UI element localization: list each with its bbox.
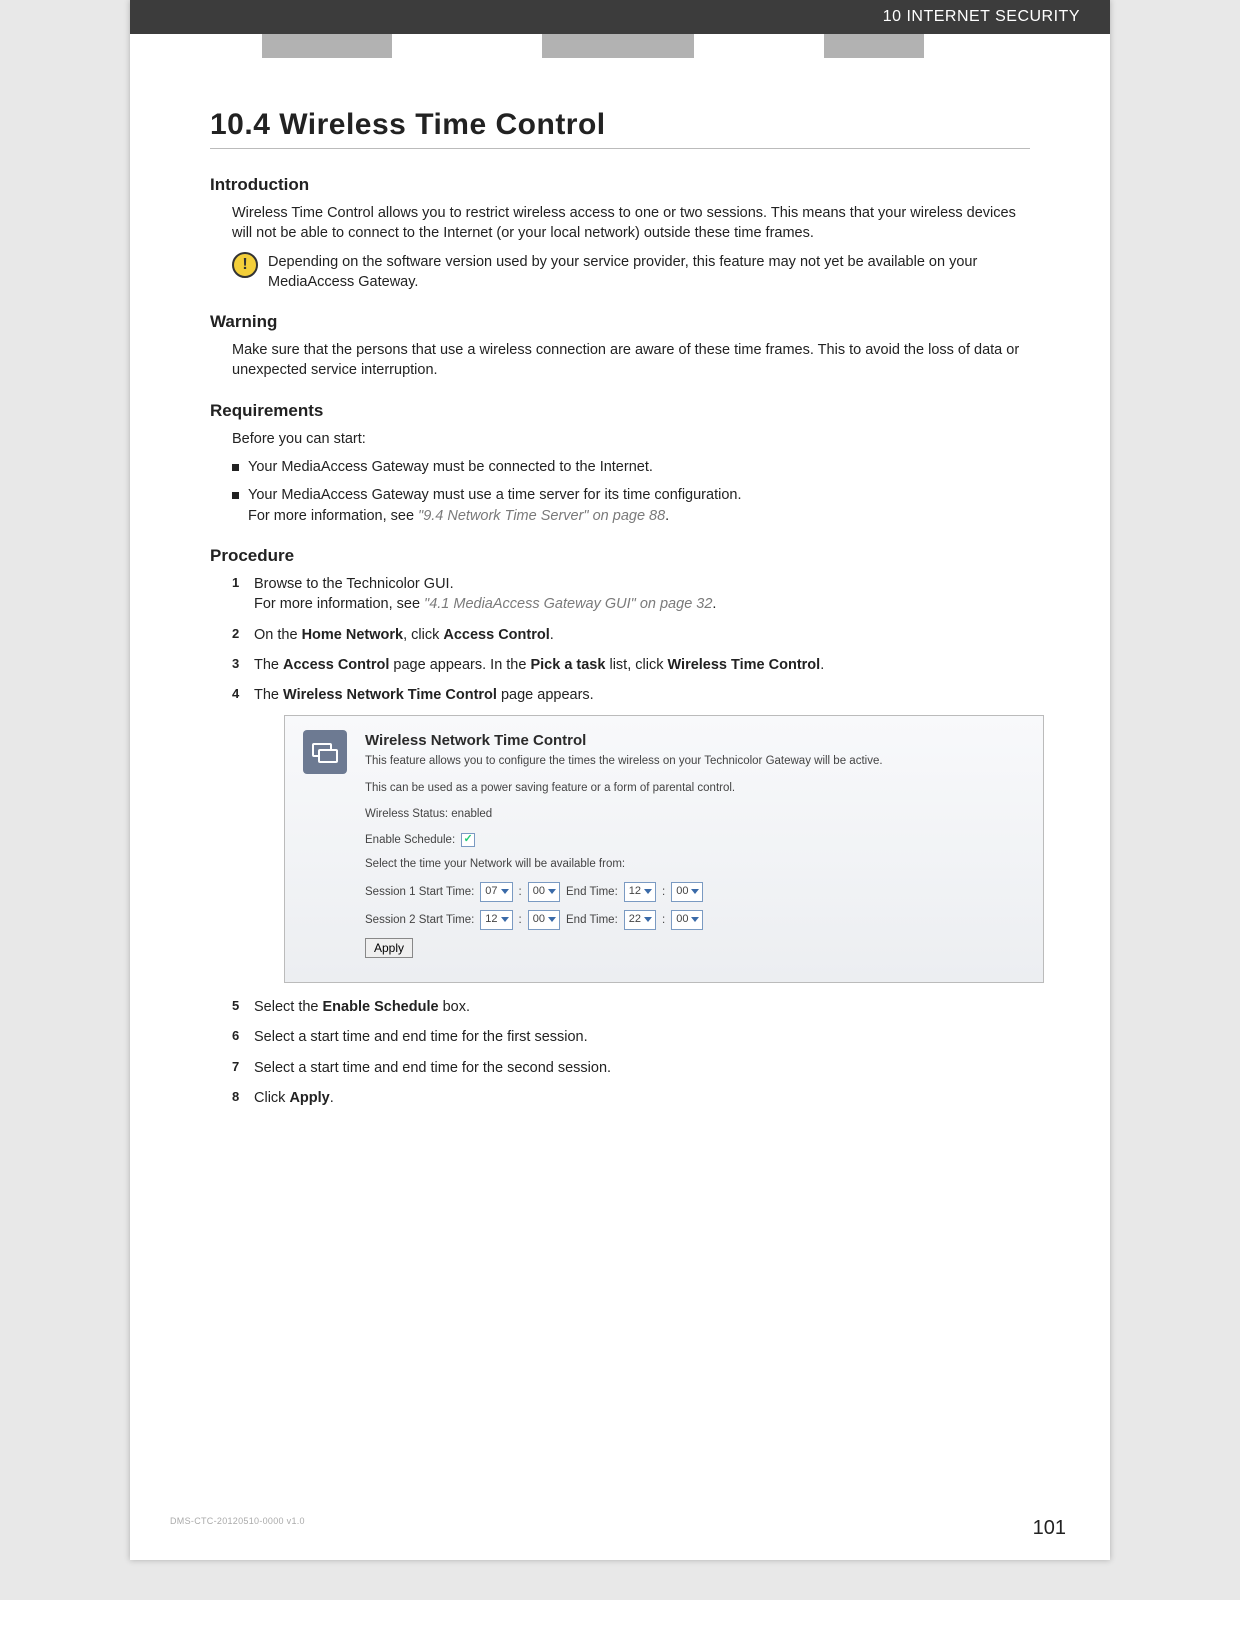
session2-end-min-select[interactable]: 00 [671, 910, 703, 930]
ui-status: Wireless Status: enabled [365, 806, 1025, 822]
session-1-row: Session 1 Start Time: 07 : 00 End Time: … [365, 882, 1025, 902]
step: Click Apply. [232, 1088, 1030, 1108]
session-2-row: Session 2 Start Time: 12 : 00 End Time: … [365, 910, 1025, 930]
requirement-item: Your MediaAccess Gateway must be connect… [232, 457, 1030, 477]
chapter-label: 10 INTERNET SECURITY [883, 8, 1080, 26]
warning-paragraph: Make sure that the persons that use a wi… [232, 340, 1030, 381]
requirements-lead: Before you can start: [232, 429, 1030, 449]
requirement-item: Your MediaAccess Gateway must use a time… [232, 485, 1030, 526]
step: Select a start time and end time for the… [232, 1027, 1030, 1047]
network-icon [303, 730, 347, 774]
intro-note-text: Depending on the software version used b… [268, 252, 1030, 293]
session2-end-label: End Time: [566, 912, 618, 928]
enable-schedule-checkbox[interactable]: ✓ [461, 833, 475, 847]
footer-docid: DMS-CTC-20120510-0000 v1.0 [170, 1516, 305, 1526]
session1-end-hour-select[interactable]: 12 [624, 882, 656, 902]
session1-end-label: End Time: [566, 884, 618, 900]
step: Browse to the Technicolor GUI. For more … [232, 574, 1030, 615]
procedure-list: Browse to the Technicolor GUI. For more … [232, 574, 1030, 1108]
page: 10 INTERNET SECURITY 10.4 Wireless Time … [130, 0, 1110, 1560]
step: Select a start time and end time for the… [232, 1058, 1030, 1078]
intro-heading: Introduction [210, 175, 1030, 195]
select-time-label: Select the time your Network will be ava… [365, 856, 1025, 872]
step: The Wireless Network Time Control page a… [232, 685, 1030, 983]
ui-desc2: This can be used as a power saving featu… [365, 780, 1025, 796]
session2-start-hour-select[interactable]: 12 [480, 910, 512, 930]
requirements-heading: Requirements [210, 401, 1030, 421]
footer-page-number: 101 [1033, 1517, 1066, 1540]
session1-end-min-select[interactable]: 00 [671, 882, 703, 902]
ui-desc: This feature allows you to configure the… [365, 753, 1025, 769]
enable-schedule-label: Enable Schedule: [365, 832, 455, 848]
step: Select the Enable Schedule box. [232, 997, 1030, 1017]
session2-end-hour-select[interactable]: 22 [624, 910, 656, 930]
ui-screenshot-panel: Wireless Network Time Control This featu… [284, 715, 1044, 982]
requirements-list: Your MediaAccess Gateway must be connect… [232, 457, 1030, 526]
procedure-heading: Procedure [210, 546, 1030, 566]
step: On the Home Network, click Access Contro… [232, 625, 1030, 645]
session2-start-label: Session 2 Start Time: [365, 912, 474, 928]
header-bar: 10 INTERNET SECURITY [130, 0, 1110, 34]
intro-paragraph: Wireless Time Control allows you to rest… [232, 203, 1030, 244]
warning-heading: Warning [210, 312, 1030, 332]
header-stripe [130, 34, 1110, 58]
warning-icon: ! [232, 252, 258, 278]
intro-note: ! Depending on the software version used… [232, 252, 1030, 293]
section-title: 10.4 Wireless Time Control [210, 108, 1030, 149]
apply-button[interactable]: Apply [365, 938, 413, 958]
ui-title: Wireless Network Time Control [365, 730, 1025, 751]
session1-start-min-select[interactable]: 00 [528, 882, 560, 902]
xref-link[interactable]: "9.4 Network Time Server" on page 88 [418, 508, 665, 524]
step: The Access Control page appears. In the … [232, 655, 1030, 675]
session1-start-hour-select[interactable]: 07 [480, 882, 512, 902]
session1-start-label: Session 1 Start Time: [365, 884, 474, 900]
xref-link[interactable]: "4.1 MediaAccess Gateway GUI" on page 32 [424, 596, 712, 612]
session2-start-min-select[interactable]: 00 [528, 910, 560, 930]
